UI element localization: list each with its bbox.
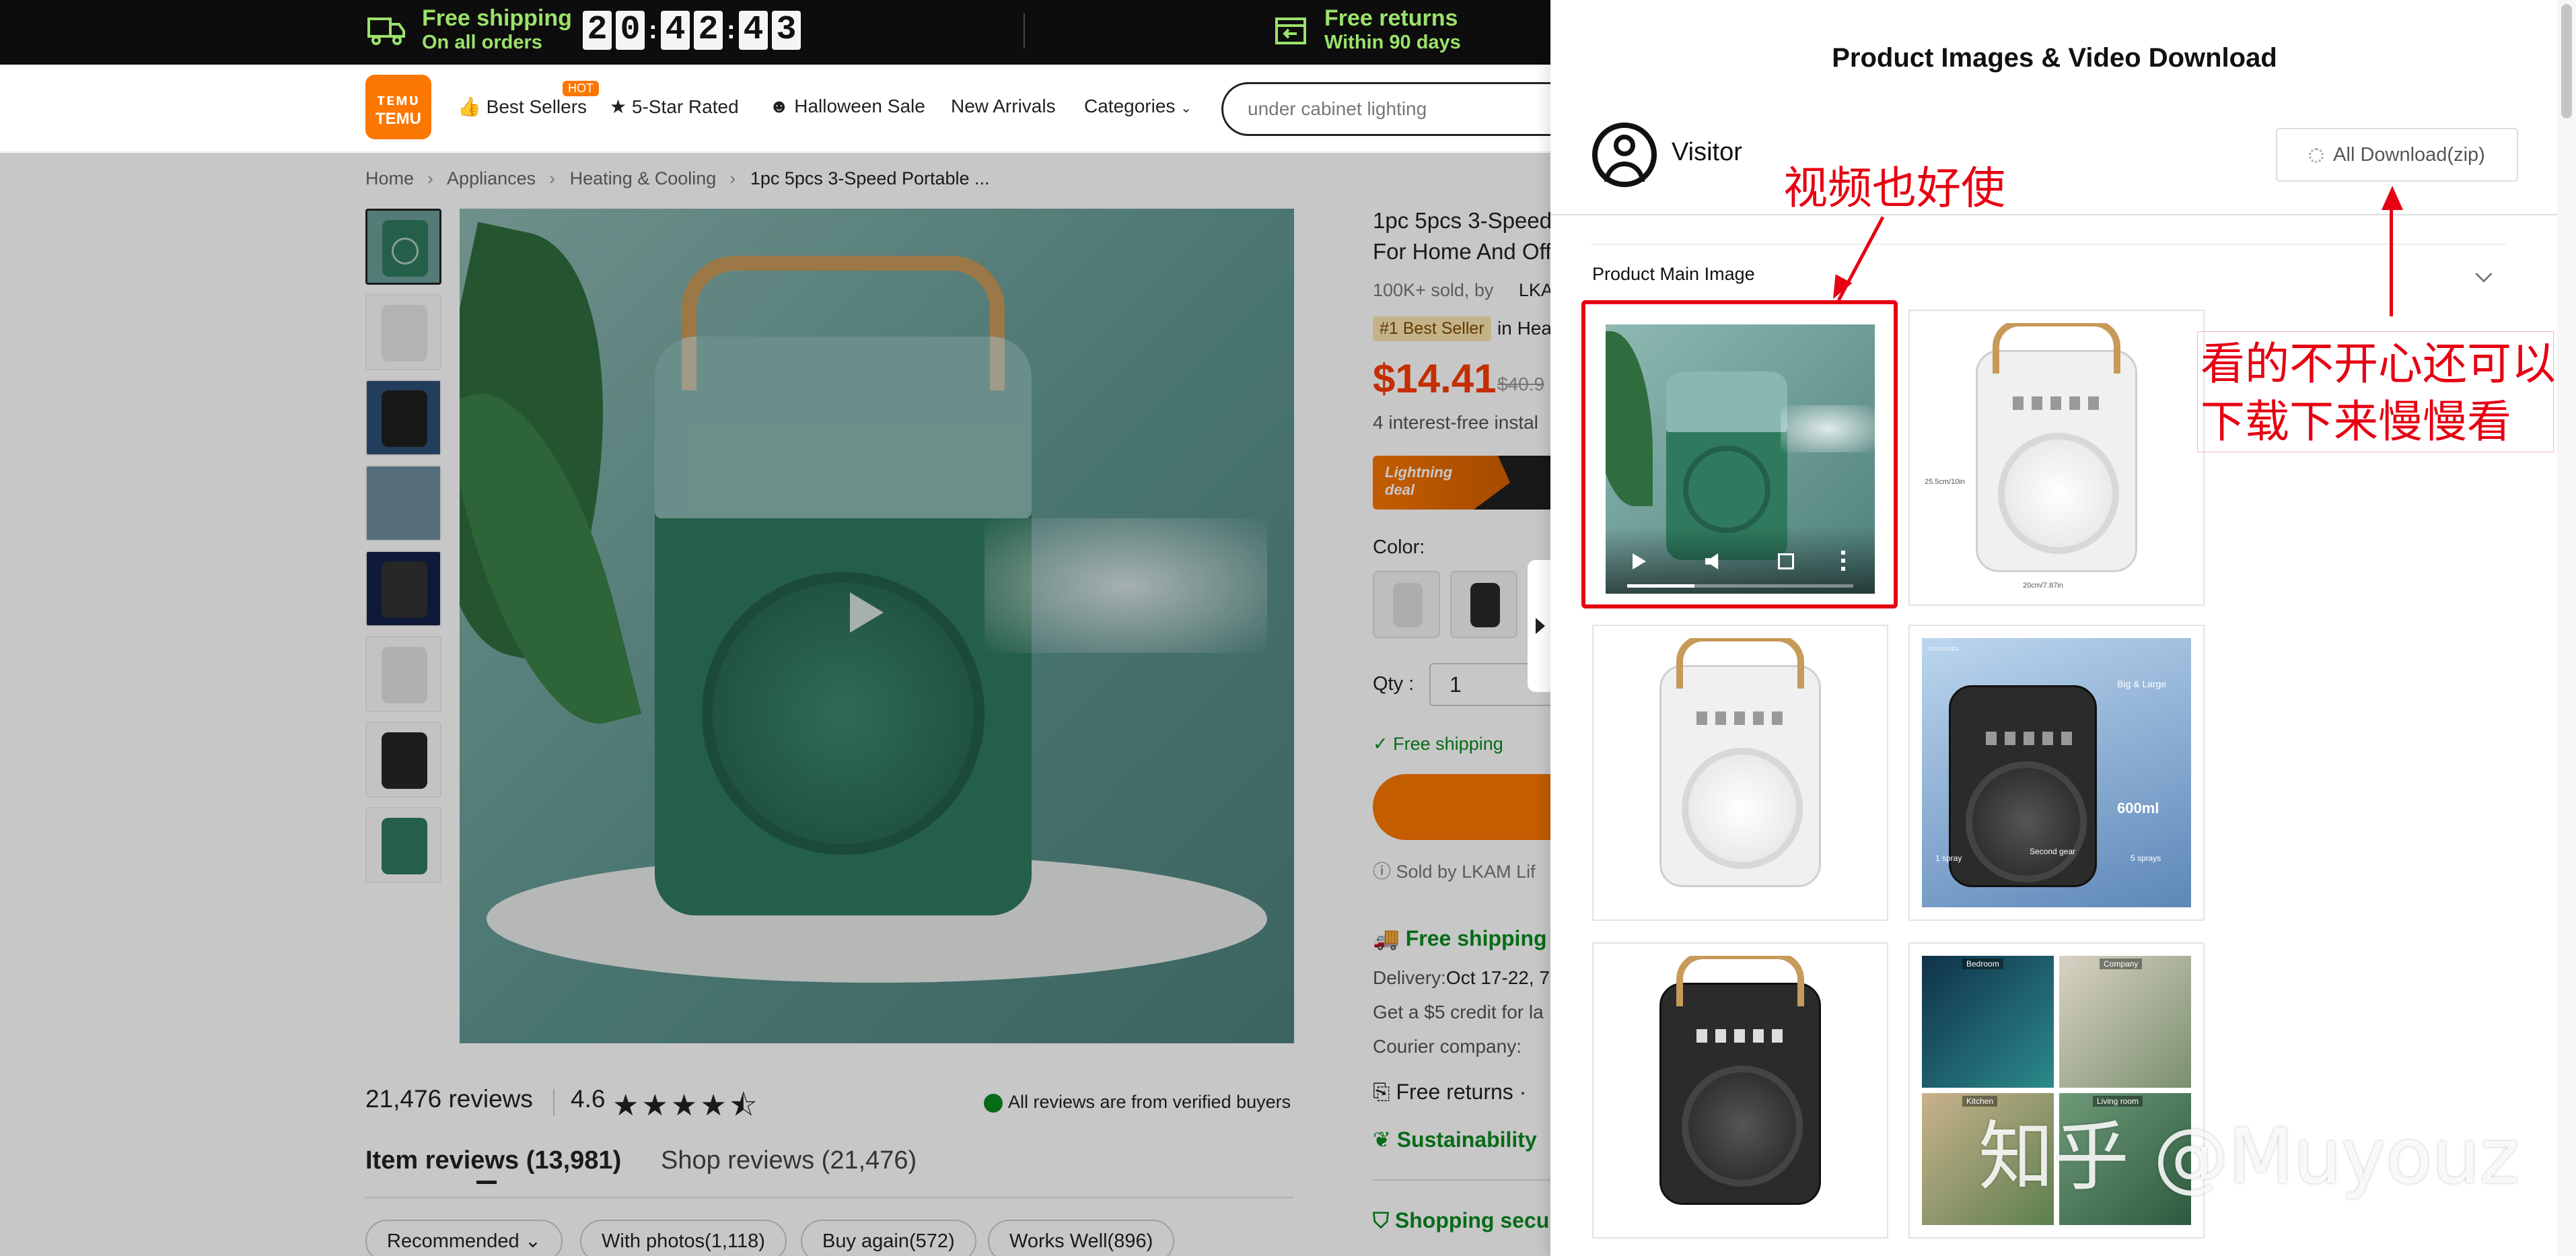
image-tile[interactable]: ▭▭▭▭ Big & Large 600ml 1 spray Second ge…: [1908, 625, 2205, 921]
logo-mark: ᴛᴇᴍᴜ: [377, 91, 420, 109]
spinner-icon: [2309, 148, 2324, 164]
feature-spray-1: 1 spray: [1935, 853, 1962, 863]
watermark: 知乎 @Muyouz: [1978, 1113, 2519, 1201]
feature-capacity: 600ml: [2117, 800, 2159, 816]
chevron-down-icon[interactable]: [2475, 265, 2493, 283]
nav-best-sellers[interactable]: 👍 Best Sellers: [458, 96, 587, 118]
countdown-digit: 2: [583, 11, 612, 50]
divider: [1550, 214, 2559, 215]
nav-halloween-sale[interactable]: ☻ Halloween Sale: [769, 96, 925, 117]
play-icon: [1536, 618, 1545, 634]
nav-label: Best Sellers: [486, 96, 587, 117]
product-image: ▭▭▭▭ Big & Large 600ml 1 spray Second ge…: [1922, 638, 2191, 907]
annotation-arrow: [2390, 206, 2393, 316]
annotation-line: 下载下来慢慢看: [2201, 396, 2511, 448]
image-tile[interactable]: 25.5cm/10in 20cm/7.87in: [1908, 310, 2205, 606]
fullscreen-icon[interactable]: [1778, 553, 1794, 569]
countdown-digit: 4: [739, 11, 768, 50]
white-fan-shape: [1659, 638, 1821, 887]
countdown-digit: 0: [616, 11, 645, 50]
star-badge-icon: ★: [610, 96, 627, 117]
collage-label: Company: [2100, 958, 2143, 969]
topbar-divider: [1024, 13, 1025, 48]
countdown-digit: 4: [661, 11, 690, 50]
chevron-down-icon: ⌄: [1180, 101, 1192, 116]
free-shipping-title: Free shipping: [422, 5, 572, 31]
scrollbar-thumb[interactable]: [2561, 4, 2572, 118]
black-fan-shape: [1659, 956, 1821, 1205]
window-scrollbar[interactable]: [2557, 0, 2576, 1256]
page-overlay[interactable]: [0, 153, 1550, 1256]
collage-company: Company: [2059, 956, 2191, 1088]
all-download-label: All Download(zip): [2333, 144, 2485, 166]
leaf-decoration: [1606, 331, 1653, 506]
more-options-icon[interactable]: [1841, 551, 1845, 571]
feature-spray-2: Second gear: [2030, 847, 2076, 856]
download-panel: Product Images & Video Download Visitor …: [1550, 0, 2576, 1256]
black-fan-shape: [1949, 685, 2097, 887]
free-returns-subtitle: Within 90 days: [1324, 32, 1461, 53]
truck-icon: [367, 18, 405, 45]
temu-logo[interactable]: ᴛᴇᴍᴜ TEMU: [365, 75, 431, 139]
nav-categories[interactable]: Categories ⌄: [1084, 96, 1192, 117]
countdown-colon: :: [649, 15, 657, 44]
logo-text: TEMU: [375, 110, 421, 128]
countdown-digit: 2: [694, 11, 723, 50]
countdown-digit: 3: [772, 11, 801, 50]
nav-label: Halloween Sale: [794, 96, 925, 116]
username: Visitor: [1672, 138, 1742, 166]
collage-bedroom: Bedroom: [1922, 956, 2054, 1088]
video-progress-bar[interactable]: [1627, 584, 1853, 588]
divider: [1591, 244, 2506, 245]
volume-icon[interactable]: [1705, 553, 1719, 569]
feature-tag: ▭▭▭▭: [1929, 643, 1960, 653]
nav-new-arrivals[interactable]: New Arrivals: [951, 96, 1056, 117]
nav-label: 5-Star Rated: [631, 96, 739, 117]
video-tile[interactable]: [1581, 300, 1898, 608]
collage-label: Bedroom: [1962, 958, 2003, 969]
nav-label: New Arrivals: [951, 96, 1056, 116]
width-dimension: 20cm/7.87in: [2023, 582, 2063, 590]
annotation-video-note: 视频也好使: [1783, 162, 2005, 214]
feature-big-large: Big & Large: [2117, 678, 2167, 689]
white-fan-shape: [1976, 323, 2137, 572]
annotation-download-note: 看的不开心还可以 下载下来慢慢看: [2201, 335, 2556, 451]
countdown-colon: :: [727, 15, 736, 44]
product-image: [1606, 956, 1875, 1225]
hot-badge: HOT: [563, 81, 599, 96]
countdown-timer: 2 0 : 4 2 : 4 3: [583, 11, 801, 50]
free-returns-title[interactable]: Free returns: [1324, 5, 1458, 32]
nav-five-star-rated[interactable]: ★ 5-Star Rated: [610, 96, 739, 118]
video-controls: [1606, 526, 1875, 594]
nav-label: Categories: [1084, 96, 1176, 116]
panel-title: Product Images & Video Download: [1832, 43, 2277, 73]
annotation-arrowhead: [2382, 186, 2403, 210]
image-tile[interactable]: [1592, 942, 1888, 1238]
user-icon: [1592, 123, 1657, 187]
free-shipping-subtitle: On all orders: [422, 32, 542, 53]
play-icon[interactable]: [1633, 553, 1646, 569]
thumbs-up-icon: 👍: [458, 96, 481, 117]
section-label: Product Main Image: [1592, 264, 1755, 284]
product-image: [1606, 638, 1875, 907]
video-player[interactable]: [1606, 324, 1875, 594]
height-dimension: 25.5cm/10in: [1925, 478, 1965, 486]
pumpkin-icon: ☻: [769, 96, 789, 116]
product-image: 25.5cm/10in 20cm/7.87in: [1922, 323, 2191, 592]
feature-spray-3: 5 sprays: [2131, 853, 2161, 863]
annotation-line: 看的不开心还可以: [2201, 338, 2556, 390]
image-tile[interactable]: [1592, 625, 1888, 921]
all-download-button[interactable]: All Download(zip): [2276, 128, 2518, 182]
returns-icon: [1275, 18, 1306, 44]
panel-toggle-handle[interactable]: [1528, 560, 1550, 692]
